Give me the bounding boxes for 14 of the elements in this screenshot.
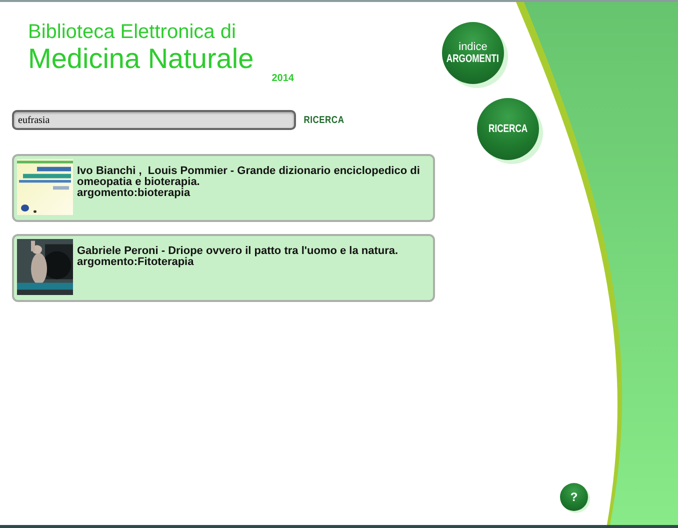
help-button[interactable]: ? bbox=[560, 483, 588, 511]
app-title: Biblioteca Elettronica di bbox=[28, 20, 236, 44]
year-label: 2014 bbox=[272, 74, 294, 84]
app-title: Medicina Naturale bbox=[28, 44, 254, 74]
search-button[interactable]: RICERCA bbox=[302, 112, 346, 128]
nav-button[interactable]: RICERCA bbox=[477, 98, 539, 160]
result-card[interactable]: Gabriele Peroni - Driope ovvero il patto tra l'uomo e la natura. argomento:Fitoterapia bbox=[12, 234, 435, 302]
result-card[interactable]: Ivo Bianchi , Louis Pommier - Grande dizionario enciclopedico di omeopatia e bioterapia. argomento:bioterapia bbox=[12, 154, 435, 222]
book-title: Ivo Bianchi , Louis Pommier - Grande dizionario enciclopedico di omeopatia e bioterapia. bbox=[77, 166, 421, 188]
search-field[interactable]: eufrasia bbox=[12, 110, 296, 130]
nav-button[interactable]: indice ARGOMENTI bbox=[442, 22, 504, 84]
topic-label: argomento:Fitoterapia bbox=[77, 257, 194, 268]
book-title: Gabriele Peroni - Driope ovvero il patto tra l'uomo e la natura. bbox=[77, 246, 398, 257]
topic-label: argomento:bioterapia bbox=[77, 188, 190, 199]
